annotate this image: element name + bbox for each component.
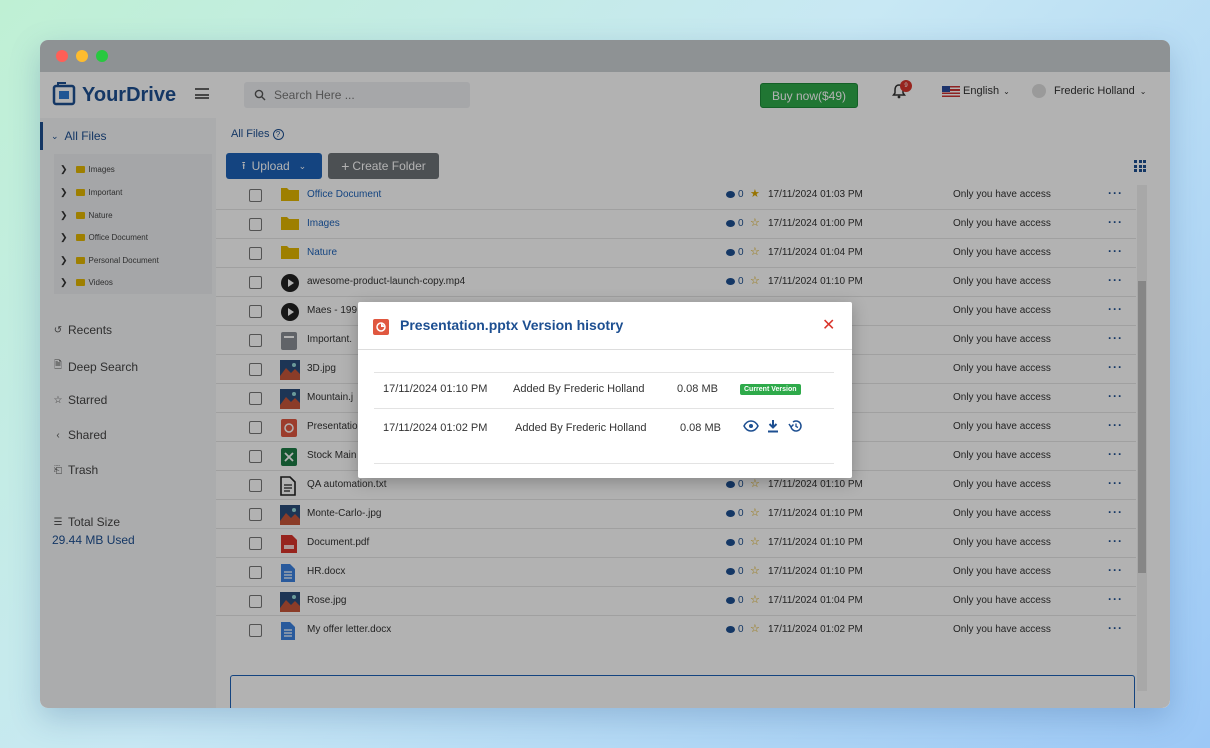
version-history-modal: Presentation.pptx Version hisotry ✕ 17/1…	[358, 302, 852, 478]
modal-title: Presentation.pptx Version hisotry	[400, 317, 624, 333]
version-date: 17/11/2024 01:10 PM	[383, 383, 488, 395]
version-size: 0.08 MB	[680, 422, 721, 434]
eye-icon[interactable]	[743, 420, 759, 432]
download-icon[interactable]	[767, 419, 779, 433]
title-bar	[40, 40, 1170, 72]
restore-icon[interactable]	[788, 419, 803, 433]
modal-header: Presentation.pptx Version hisotry ✕	[358, 302, 852, 350]
close-icon[interactable]: ✕	[822, 315, 835, 335]
version-row: 17/11/2024 01:10 PM Added By Frederic Ho…	[374, 372, 834, 408]
window-close-button[interactable]	[56, 50, 68, 62]
version-date: 17/11/2024 01:02 PM	[383, 422, 488, 434]
current-version-badge: Current Version	[740, 384, 801, 395]
version-added-by: Added By Frederic Holland	[513, 383, 645, 395]
version-added-by: Added By Frederic Holland	[515, 422, 647, 434]
window-minimize-button[interactable]	[76, 50, 88, 62]
version-size: 0.08 MB	[677, 383, 718, 395]
pptx-file-icon	[373, 319, 389, 335]
window-maximize-button[interactable]	[96, 50, 108, 62]
version-row: 17/11/2024 01:02 PM Added By Frederic Ho…	[374, 408, 834, 464]
